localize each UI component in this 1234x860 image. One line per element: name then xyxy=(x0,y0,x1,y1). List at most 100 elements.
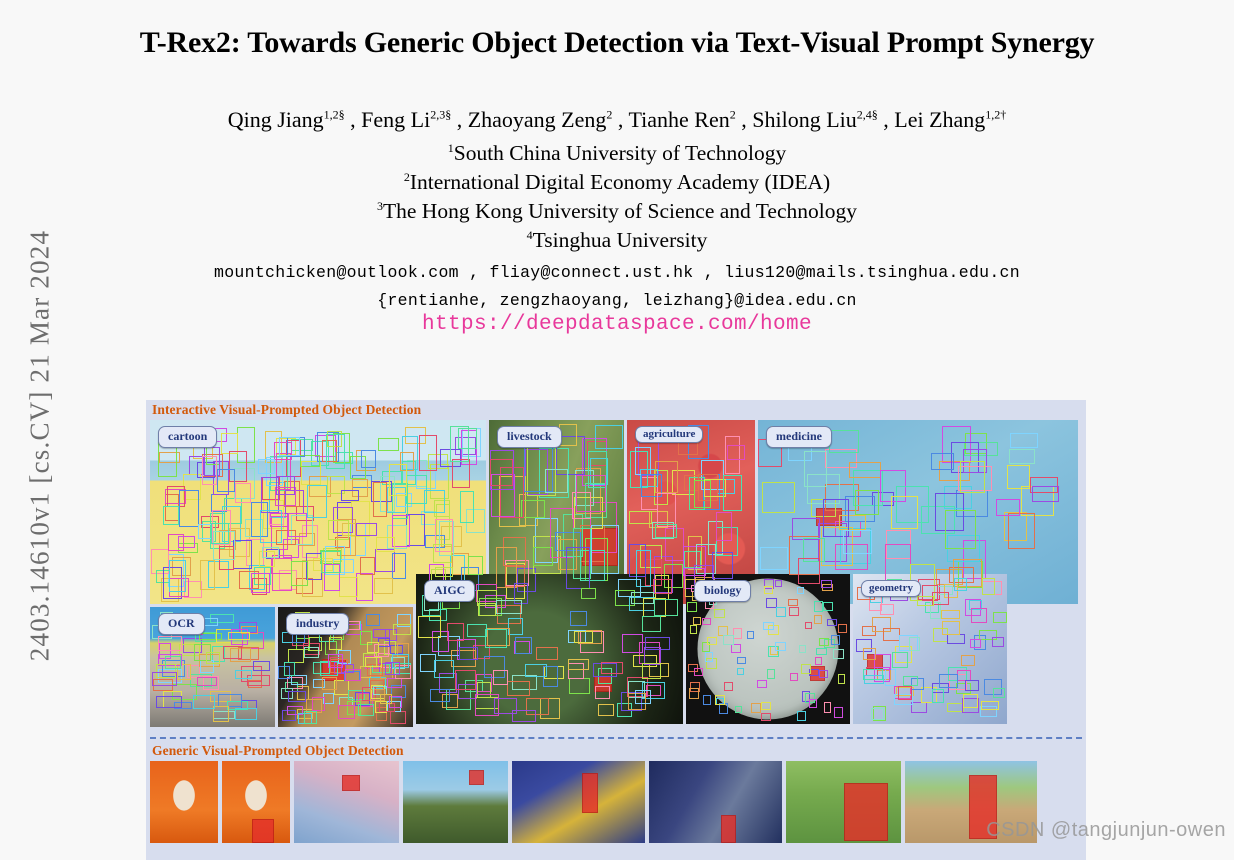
detection-box xyxy=(622,634,644,653)
detection-box xyxy=(823,602,833,611)
detection-box xyxy=(376,537,395,553)
detection-box xyxy=(544,468,569,493)
detection-box xyxy=(971,608,988,623)
detection-box xyxy=(930,453,954,470)
detection-box xyxy=(828,429,860,454)
detection-box xyxy=(506,680,531,696)
email-line-1: mountchicken@outlook.com , fliay@connect… xyxy=(214,263,1020,282)
panel-aigc[interactable]: AIGC xyxy=(416,574,683,724)
thumb-worldcup-a[interactable] xyxy=(512,761,645,843)
detection-box xyxy=(576,475,607,512)
detection-box xyxy=(232,540,253,569)
detection-box xyxy=(940,609,961,619)
detection-box xyxy=(228,632,250,640)
detection-box xyxy=(430,689,450,702)
figure-section-divider xyxy=(150,737,1082,739)
detection-box xyxy=(628,511,653,524)
detection-box xyxy=(532,547,553,566)
detection-box xyxy=(944,510,976,549)
panel-industry[interactable]: industry xyxy=(278,607,413,727)
detection-box xyxy=(155,696,182,708)
detection-box xyxy=(341,489,359,501)
detection-box xyxy=(493,670,509,686)
detection-box xyxy=(963,693,978,708)
thumb-parade[interactable] xyxy=(905,761,1037,843)
detection-box xyxy=(306,485,327,519)
detection-box xyxy=(257,458,275,474)
detection-box xyxy=(953,578,968,591)
detection-box xyxy=(1031,486,1059,503)
thumb-ferris-wheel-a[interactable] xyxy=(294,761,399,843)
detection-box xyxy=(449,426,469,462)
panel-label-industry: industry xyxy=(286,613,350,635)
author-3: Tianhe Ren2 xyxy=(628,107,736,132)
detection-box xyxy=(722,474,743,512)
detection-box xyxy=(355,573,374,601)
detection-box xyxy=(204,617,219,627)
detection-box xyxy=(642,662,661,680)
detection-box xyxy=(386,678,403,689)
detection-box xyxy=(393,623,411,636)
figure-row-b: OCR industry AIGC biology geometry xyxy=(146,574,1086,727)
thumb-corgi-a[interactable] xyxy=(150,761,218,843)
contact-emails: mountchicken@outlook.com , fliay@connect… xyxy=(0,259,1234,316)
figure-row-c xyxy=(146,761,1086,843)
detection-box xyxy=(288,690,306,702)
detection-box xyxy=(304,646,319,658)
detection-box xyxy=(452,459,471,488)
detection-box xyxy=(360,557,375,575)
detection-box xyxy=(291,675,307,686)
detection-box xyxy=(433,544,453,563)
detection-box xyxy=(392,515,410,548)
detection-box xyxy=(714,695,726,705)
panel-ocr[interactable]: OCR xyxy=(150,607,275,727)
detection-box xyxy=(433,660,455,678)
detection-box xyxy=(306,553,322,580)
panel-label-cartoon: cartoon xyxy=(158,426,218,448)
detection-box xyxy=(751,702,762,713)
visual-prompt-box xyxy=(969,775,997,839)
detection-box xyxy=(982,578,995,596)
email-line-2: {rentianhe, zengzhaoyang, leizhang}@idea… xyxy=(377,291,857,311)
detection-box xyxy=(653,579,672,594)
detection-box xyxy=(932,592,950,605)
thumb-ferris-wheel-b[interactable] xyxy=(403,761,508,843)
author-5: Lei Zhang1,2† xyxy=(894,107,1007,132)
detection-box xyxy=(654,523,678,539)
panel-label-medicine: medicine xyxy=(766,426,832,448)
panel-medicine[interactable]: medicine xyxy=(758,420,1078,604)
detection-box xyxy=(252,660,270,672)
panel-cartoon[interactable]: cartoon xyxy=(150,420,486,604)
detection-box xyxy=(283,662,295,676)
detection-box xyxy=(380,693,393,705)
detection-box xyxy=(601,662,623,674)
detection-box xyxy=(157,636,182,652)
panel-geometry[interactable]: geometry xyxy=(853,574,1007,724)
panel-biology[interactable]: biology xyxy=(686,574,850,724)
detection-box xyxy=(468,555,484,576)
detection-box xyxy=(736,667,744,675)
detection-box xyxy=(565,547,590,589)
detection-box xyxy=(211,523,229,544)
thumb-corgi-b[interactable] xyxy=(222,761,290,843)
detection-box xyxy=(763,621,774,630)
detection-box xyxy=(327,520,349,541)
visual-prompt-box xyxy=(252,819,274,843)
thumb-worldcup-b[interactable] xyxy=(649,761,782,843)
project-url-link[interactable]: https://deepdataspace.com/home xyxy=(0,313,1234,336)
detection-box xyxy=(217,468,236,493)
detection-box xyxy=(719,703,728,714)
thumb-horse[interactable] xyxy=(786,761,901,843)
detection-box xyxy=(761,713,772,722)
detection-box xyxy=(251,573,270,593)
detection-box xyxy=(657,492,677,528)
detection-box xyxy=(798,645,807,654)
detection-box xyxy=(800,663,811,675)
detection-box xyxy=(205,652,221,664)
detection-box xyxy=(580,587,597,600)
detection-box xyxy=(595,424,624,450)
detection-box xyxy=(993,688,1006,699)
detection-box xyxy=(897,686,913,701)
detection-box xyxy=(885,544,911,583)
detection-box xyxy=(965,679,979,691)
